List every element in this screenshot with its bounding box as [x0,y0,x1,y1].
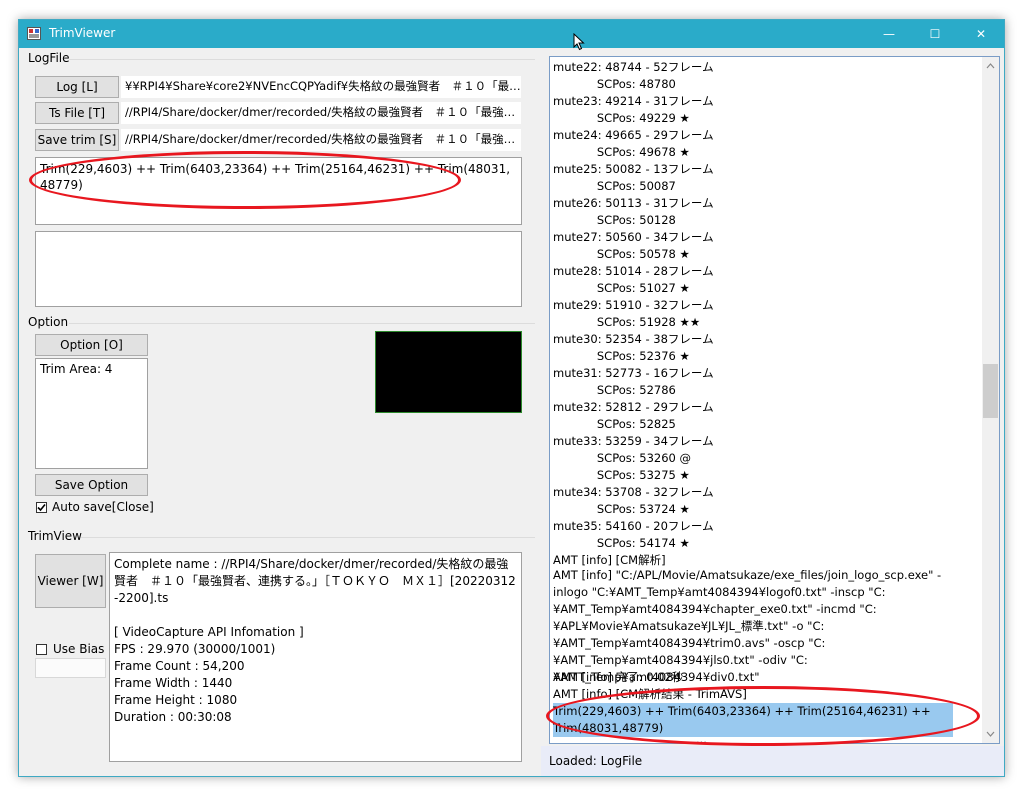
logfile-group-line [69,59,535,60]
annotation-ellipse-right [546,686,980,746]
trim-area-item[interactable]: Trim Area: 4 [40,362,112,376]
secondary-text-area[interactable] [35,231,522,307]
trimviewer-window: TrimViewer — ☐ ✕ LogFile Log [L] ¥¥RPI4¥… [18,19,1005,777]
bias-input[interactable] [35,658,106,678]
autosave-label: Auto save[Close] [52,500,154,514]
minimize-icon: — [883,27,895,41]
log-line: SCPos: 50578 ★ [553,247,690,261]
use-bias-checkbox-row[interactable]: Use Bias [36,641,104,657]
log-done-line: AMT [info] 完了: 0.02秒 [553,670,684,684]
close-icon: ✕ [975,27,987,41]
log-line: mute26: 50113 - 31フレーム [553,196,714,210]
log-line: mute32: 52812 - 29フレーム [553,400,714,414]
save-trim-button-label: Save trim [S] [37,133,117,147]
mouse-cursor-icon [573,33,585,51]
log-line: mute31: 52773 - 16フレーム [553,366,714,380]
log-line: mute34: 53708 - 32フレーム [553,485,714,499]
use-bias-checkbox[interactable] [36,643,47,655]
log-line: SCPos: 50128 [553,213,676,227]
log-line: SCPos: 53724 ★ [553,502,690,516]
log-line: mute33: 53259 - 34フレーム [553,434,714,448]
ts-file-button-label: Ts File [T] [49,106,105,120]
status-bar: Loaded: LogFile [541,746,1004,776]
log-line: mute35: 54160 - 20フレーム [553,519,714,533]
log-line: mute23: 49214 - 31フレーム [553,94,714,108]
option-group-label: Option [28,315,69,329]
checkmark-icon [37,503,46,511]
log-line: mute30: 52354 - 38フレーム [553,332,714,346]
log-line: mute29: 51910 - 32フレーム [553,298,714,312]
log-button-label: Log [L] [56,80,98,94]
autosave-checkbox[interactable] [36,501,47,513]
use-bias-label: Use Bias [53,642,105,656]
autosave-checkbox-row[interactable]: Auto save[Close] [36,499,154,515]
window-title: TrimViewer [49,26,116,40]
log-line: SCPos: 48780 [553,77,676,91]
log-line: mute27: 50560 - 34フレーム [553,230,714,244]
log-line: SCPos: 52786 [553,383,676,397]
scroll-up-icon[interactable] [982,59,999,73]
log-line: SCPos: 50087 [553,179,676,193]
log-line: SCPos: 53260 @ [553,451,692,465]
media-info-text[interactable]: Complete name : //RPI4/Share/docker/dmer… [109,552,522,762]
option-group-line [69,323,535,324]
log-line: SCPos: 51027 ★ [553,281,690,295]
log-line: mute24: 49665 - 29フレーム [553,128,714,142]
log-line: mute22: 48744 - 52フレーム [553,60,714,74]
log-line: SCPos: 53275 ★ [553,468,690,482]
log-line: SCPos: 51928 ★★ [553,315,701,329]
option-button[interactable]: Option [O] [35,334,148,356]
scroll-down-icon[interactable] [982,727,999,741]
app-icon [27,27,41,40]
ts-path-field[interactable]: //RPI4/Share/docker/dmer/recorded/失格紋の最強… [121,102,521,124]
viewer-button[interactable]: Viewer [W] [35,554,106,608]
minimize-button[interactable]: — [866,20,912,48]
ts-file-button[interactable]: Ts File [T] [35,102,119,124]
save-option-button[interactable]: Save Option [35,474,148,496]
log-line: SCPos: 52376 ★ [553,349,690,363]
log-line: mute28: 51014 - 28フレーム [553,264,714,278]
log-scroll-thumb[interactable] [983,364,998,418]
maximize-icon: ☐ [929,27,941,41]
log-line: mute25: 50082 - 13フレーム [553,162,714,176]
trim-area-list[interactable]: Trim Area: 4 [35,358,148,469]
option-button-label: Option [O] [60,338,123,352]
trimview-group-line [81,537,535,538]
log-line: SCPos: 52825 [553,417,676,431]
log-scrollbar[interactable] [982,57,999,743]
log-path-field[interactable]: ¥¥RPI4¥Share¥core2¥NVEncCQPYadif¥失格紋の最強賢… [121,76,521,98]
log-line: SCPos: 49229 ★ [553,111,690,125]
save-trim-button[interactable]: Save trim [S] [35,129,119,151]
title-bar[interactable]: TrimViewer — ☐ ✕ [19,20,1004,48]
video-preview [375,331,522,413]
log-button[interactable]: Log [L] [35,76,119,98]
close-button[interactable]: ✕ [958,20,1004,48]
viewer-button-label: Viewer [W] [37,574,104,588]
log-line: SCPos: 49678 ★ [553,145,690,159]
annotation-ellipse-left [29,151,461,209]
maximize-button[interactable]: ☐ [912,20,958,48]
save-option-button-label: Save Option [54,478,129,492]
log-line: SCPos: 54174 ★ [553,536,690,550]
logfile-group-label: LogFile [28,51,70,65]
save-trim-path-field[interactable]: //RPI4/Share/docker/dmer/recorded/失格紋の最強… [121,129,521,151]
trimview-group-label: TrimView [28,529,82,543]
status-text: Loaded: LogFile [549,754,643,768]
log-output-panel[interactable]: mute22: 48744 - 52フレーム SCPos: 48780 mute2… [549,56,1000,744]
